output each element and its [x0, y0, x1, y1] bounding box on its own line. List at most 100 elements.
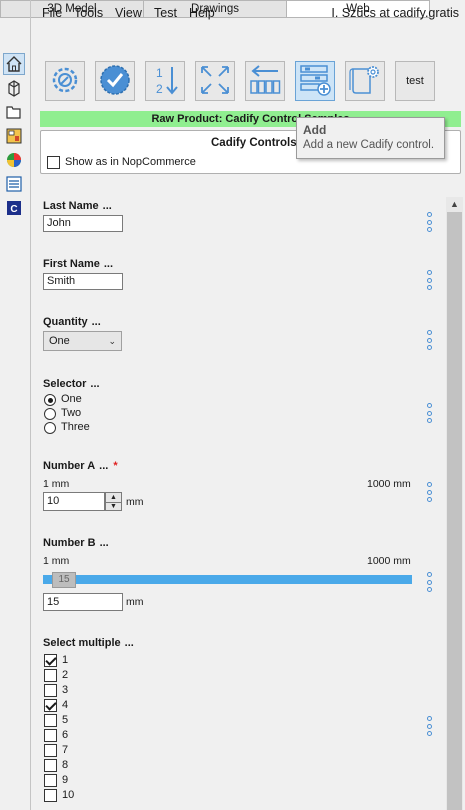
select-multiple-checkbox-9[interactable]	[44, 774, 57, 787]
add-tooltip: Add Add a new Cadify control.	[296, 117, 445, 159]
parts-icon[interactable]	[3, 77, 25, 99]
first-name-input[interactable]: Smith	[43, 273, 123, 290]
select-multiple-checkbox-2[interactable]	[44, 669, 57, 682]
select-multiple-option-label: 2	[62, 669, 69, 681]
select-multiple-option-label: 1	[62, 654, 69, 666]
folder-icon[interactable]	[3, 101, 25, 123]
select-multiple-option-label: 3	[62, 684, 69, 696]
select-multiple-option-label: 7	[62, 744, 69, 756]
quantity-select[interactable]: One ⌄	[43, 331, 122, 351]
number-b-ellipsis[interactable]: ...	[100, 537, 109, 549]
settings-button[interactable]	[45, 61, 85, 101]
number-b-slider-track[interactable]	[43, 575, 412, 584]
validate-button[interactable]	[95, 61, 135, 101]
select-multiple-option-label: 9	[62, 774, 69, 786]
required-mark: *	[113, 460, 118, 472]
controls-box-title: Cadify Controls	[211, 137, 297, 149]
number-b-unit: mm	[126, 596, 144, 608]
drag-handle-icon[interactable]	[427, 330, 433, 353]
number-b-label: Number B...	[43, 537, 109, 549]
scrollbar-thumb[interactable]	[447, 212, 462, 810]
layout-icon[interactable]	[3, 125, 25, 147]
selector-label: Selector...	[43, 378, 100, 390]
selector-option-label: Two	[61, 407, 82, 419]
last-name-label: Last Name...	[43, 200, 112, 212]
expand-button[interactable]	[195, 61, 235, 101]
last-name-ellipsis[interactable]: ...	[103, 200, 112, 212]
drag-handle-icon[interactable]	[427, 403, 433, 426]
list-icon[interactable]	[3, 173, 25, 195]
add-control-icon	[298, 63, 332, 100]
settings-icon	[48, 63, 82, 100]
show-nopcommerce-label: Show as in NopCommerce	[65, 156, 196, 168]
select-multiple-checkbox-8[interactable]	[44, 759, 57, 772]
user-label: I. Szücs at cadify.gratis	[331, 6, 459, 20]
select-multiple-checkbox-7[interactable]	[44, 744, 57, 757]
select-multiple-option-label: 8	[62, 759, 69, 771]
color-wheel-icon[interactable]	[3, 149, 25, 171]
drag-handle-icon[interactable]	[427, 572, 433, 595]
select-multiple-checkbox-6[interactable]	[44, 729, 57, 742]
select-multiple-option-label: 6	[62, 729, 69, 741]
number-a-min-label: 1 mm	[43, 478, 70, 490]
drag-handle-icon[interactable]	[427, 212, 433, 235]
svg-text:2: 2	[156, 82, 163, 96]
select-multiple-option-label: 10	[62, 789, 75, 801]
cadify-icon[interactable]: C	[3, 197, 25, 219]
menu-file[interactable]: File	[42, 6, 62, 20]
drag-handle-icon[interactable]	[427, 270, 433, 293]
menu-view[interactable]: View	[115, 6, 142, 20]
number-a-ellipsis[interactable]: ...	[99, 460, 108, 472]
document-settings-icon	[348, 63, 382, 100]
selector-radio-one[interactable]	[44, 394, 56, 406]
selector-radio-two[interactable]	[44, 408, 56, 420]
number-b-slider-thumb[interactable]: 15	[52, 572, 76, 588]
test-button[interactable]: test	[395, 61, 435, 101]
select-multiple-option-label: 5	[62, 714, 69, 726]
select-multiple-checkbox-1[interactable]	[44, 654, 57, 667]
svg-text:C: C	[10, 204, 17, 215]
chevron-down-icon: ⌄	[108, 336, 116, 346]
menu-tools[interactable]: Tools	[74, 6, 103, 20]
first-name-label: First Name...	[43, 258, 114, 270]
number-b-max-label: 1000 mm	[367, 555, 411, 567]
menu-test[interactable]: Test	[154, 6, 177, 20]
document-settings-button[interactable]	[345, 61, 385, 101]
validate-icon	[98, 63, 132, 100]
number-b-min-label: 1 mm	[43, 555, 70, 567]
sort-order-button[interactable]: 12	[145, 61, 185, 101]
arrange-button[interactable]	[245, 61, 285, 101]
last-name-input[interactable]: John	[43, 215, 123, 232]
number-a-max-label: 1000 mm	[367, 478, 411, 490]
select-multiple-label: Select multiple...	[43, 637, 134, 649]
quantity-ellipsis[interactable]: ...	[92, 316, 101, 328]
number-a-label: Number A... *	[43, 460, 118, 472]
selector-option-label: One	[61, 393, 82, 405]
spin-up-icon[interactable]: ▲	[106, 493, 121, 502]
number-a-unit: mm	[126, 496, 144, 508]
first-name-ellipsis[interactable]: ...	[104, 258, 113, 270]
select-multiple-ellipsis[interactable]: ...	[125, 637, 134, 649]
select-multiple-checkbox-10[interactable]	[44, 789, 57, 802]
drag-handle-icon[interactable]	[427, 482, 433, 505]
number-a-input[interactable]: 10	[43, 492, 105, 511]
selector-ellipsis[interactable]: ...	[90, 378, 99, 390]
add-control-button[interactable]	[295, 61, 335, 101]
number-b-input[interactable]: 15	[43, 593, 123, 611]
select-multiple-checkbox-3[interactable]	[44, 684, 57, 697]
select-multiple-checkbox-4[interactable]	[44, 699, 57, 712]
number-a-stepper[interactable]: ▲ ▼	[105, 492, 122, 511]
scroll-up-icon[interactable]: ▲	[446, 197, 463, 211]
drag-handle-icon[interactable]	[427, 716, 433, 739]
arrange-icon	[248, 63, 282, 100]
menu-help[interactable]: Help	[189, 6, 215, 20]
left-icon-bar: C	[0, 50, 30, 810]
select-multiple-checkbox-5[interactable]	[44, 714, 57, 727]
selector-radio-three[interactable]	[44, 422, 56, 434]
show-nopcommerce-checkbox[interactable]	[47, 156, 60, 169]
home-icon[interactable]	[3, 53, 25, 75]
spin-down-icon[interactable]: ▼	[106, 501, 121, 511]
tooltip-description: Add a new Cadify control.	[303, 139, 435, 151]
svg-text:1: 1	[156, 66, 163, 80]
sort-order-icon: 12	[148, 63, 182, 100]
